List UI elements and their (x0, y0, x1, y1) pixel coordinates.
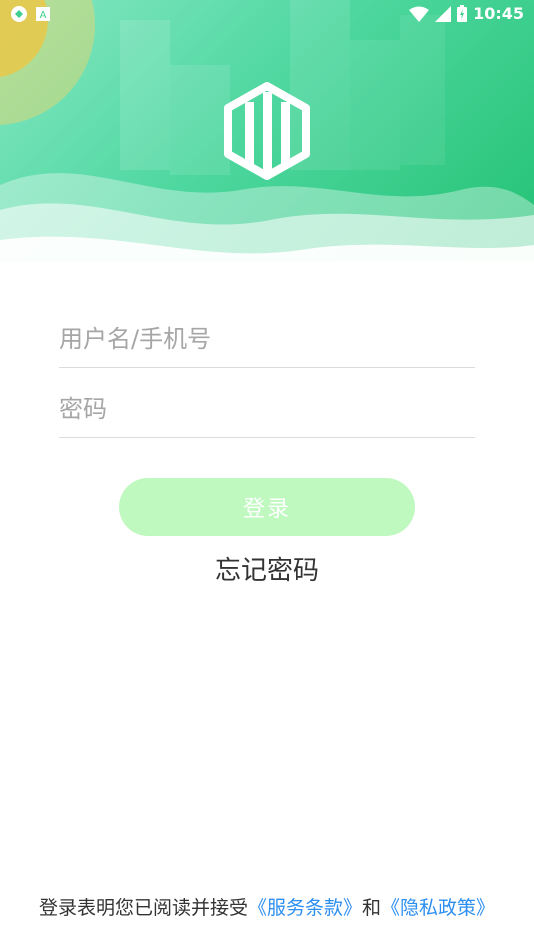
sync-icon (11, 6, 27, 22)
signal-icon (435, 5, 452, 22)
privacy-policy-link[interactable]: 《隐私政策》 (381, 897, 495, 919)
username-field[interactable] (59, 297, 475, 368)
keyboard-a-icon: A (36, 7, 50, 21)
wifi-icon (409, 6, 430, 22)
status-bar: A 10:45 (0, 0, 534, 30)
building-silhouette (350, 40, 400, 170)
building-silhouette (170, 65, 230, 175)
building-silhouette (400, 15, 445, 165)
terms-of-service-link[interactable]: 《服务条款》 (248, 897, 362, 919)
building-logo-icon (224, 82, 310, 180)
wave-base (0, 262, 534, 280)
agreement-prefix: 登录表明您已阅读并接受 (38, 897, 248, 919)
status-left-icons: A (10, 5, 50, 23)
forgot-password-link[interactable]: 忘记密码 (0, 550, 534, 587)
agreement-text: 登录表明您已阅读并接受《服务条款》和《隐私政策》 (0, 893, 534, 920)
building-silhouette (120, 20, 170, 170)
login-button[interactable]: 登录 (119, 478, 415, 536)
username-input[interactable] (59, 325, 475, 353)
header-banner: A 10:45 (0, 0, 534, 280)
battery-icon (457, 5, 468, 22)
agreement-and: 和 (362, 897, 382, 919)
status-right-icons: 10:45 (409, 4, 524, 23)
password-input[interactable] (59, 395, 475, 423)
status-time: 10:45 (473, 4, 524, 23)
password-field[interactable] (59, 367, 475, 438)
svg-text:A: A (40, 10, 47, 21)
